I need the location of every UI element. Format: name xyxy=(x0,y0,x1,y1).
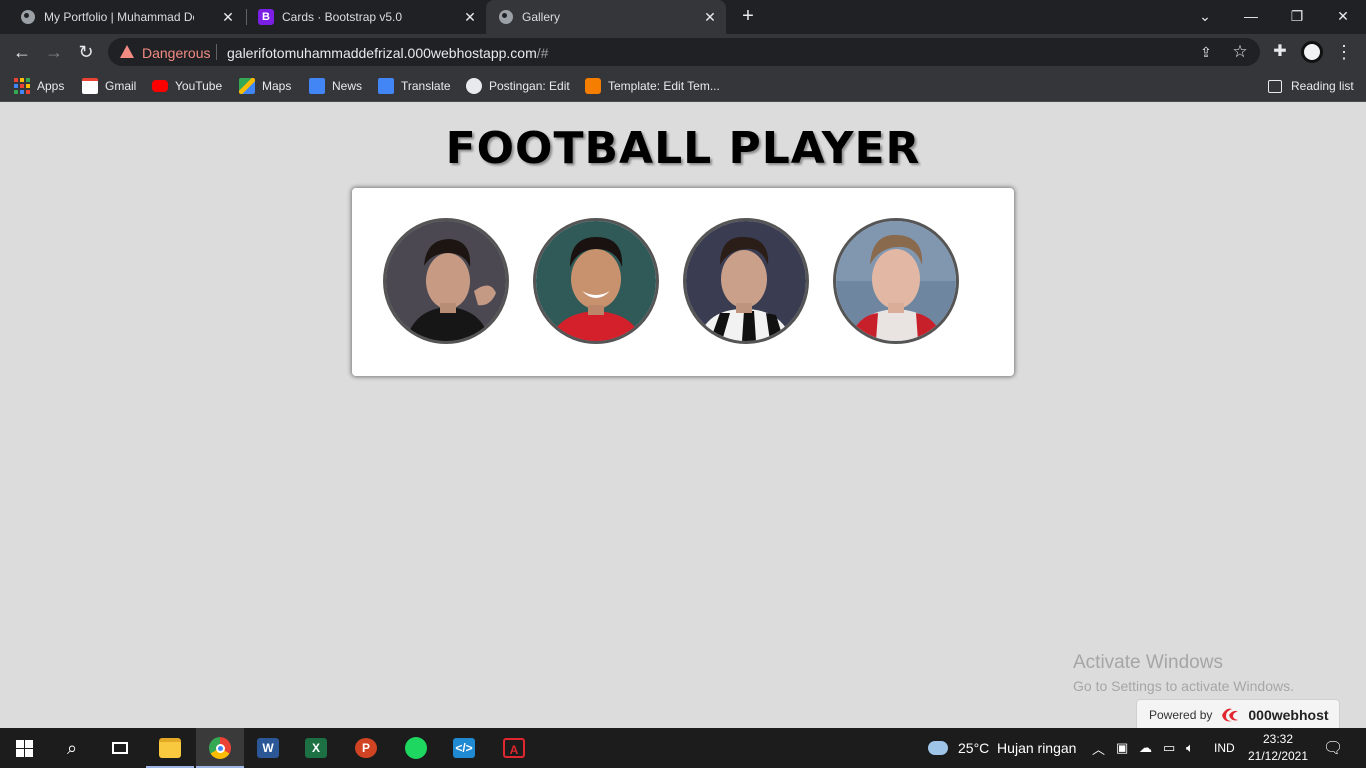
windows-logo-icon xyxy=(15,739,33,757)
cloud-rain-icon xyxy=(928,741,948,755)
forward-button[interactable]: → xyxy=(42,40,66,64)
close-tab-icon[interactable]: ✕ xyxy=(220,9,236,25)
tab-bootstrap-cards[interactable]: B Cards · Bootstrap v5.0 ✕ xyxy=(238,0,486,34)
webhost-logo-icon xyxy=(1222,708,1239,721)
page-content: FOOTBALL PLAYER Activate Windows Go to S… xyxy=(0,103,1366,730)
network-icon[interactable]: ▭ xyxy=(1163,728,1175,768)
bookmark-apps[interactable]: Apps xyxy=(14,77,64,95)
tab-title: Cards · Bootstrap v5.0 xyxy=(282,10,403,24)
maps-icon xyxy=(239,78,255,94)
search-icon[interactable]: ⌕ xyxy=(48,728,96,768)
menu-kebab-icon[interactable]: ⋮ xyxy=(1332,40,1356,64)
word-icon[interactable]: W xyxy=(244,728,292,768)
bookmark-youtube[interactable]: YouTube xyxy=(152,77,222,95)
windows-taskbar: ⌕ W X P </> A 25°C Hujan ringan ︿ ▣ ☁ ▭ … xyxy=(0,728,1366,768)
player-photo-4[interactable] xyxy=(833,218,959,344)
show-hidden-icons-chevron[interactable]: ︿ xyxy=(1092,728,1105,768)
file-explorer-icon[interactable] xyxy=(146,728,194,768)
tab-title: Gallery xyxy=(522,10,561,24)
page-heading: FOOTBALL PLAYER xyxy=(445,123,921,174)
system-clock[interactable]: 23:32 21/12/2021 xyxy=(1243,731,1313,765)
acrobat-reader-icon[interactable]: A xyxy=(490,728,538,768)
url-text[interactable]: galerifotomuhammaddefrizal.000webhostapp… xyxy=(227,45,548,61)
bookmark-maps[interactable]: Maps xyxy=(239,77,291,95)
news-icon xyxy=(309,78,325,94)
spotify-icon[interactable] xyxy=(392,728,440,768)
reload-button[interactable]: ↻ xyxy=(74,40,98,64)
browser-toolbar: ← → ↻ Dangerous galerifotomuhammaddefriz… xyxy=(0,34,1366,70)
player-photo-2[interactable] xyxy=(533,218,659,344)
omnibox-separator xyxy=(216,44,217,60)
bootstrap-icon: B xyxy=(258,9,274,25)
tab-portfolio[interactable]: My Portfolio | Muhammad Defriza ✕ xyxy=(0,0,244,34)
new-tab-button[interactable]: + xyxy=(738,6,758,26)
close-tab-icon[interactable]: ✕ xyxy=(702,9,718,25)
security-label[interactable]: Dangerous xyxy=(142,45,211,61)
tab-strip: My Portfolio | Muhammad Defriza ✕ B Card… xyxy=(0,0,1366,34)
bookmark-postingan-edit[interactable]: Postingan: Edit xyxy=(466,77,570,95)
gallery-card xyxy=(352,188,1014,376)
blogger-icon xyxy=(585,78,601,94)
activate-windows-watermark: Activate Windows Go to Settings to activ… xyxy=(1073,652,1294,694)
tab-gallery[interactable]: Gallery ✕ xyxy=(486,0,726,34)
meet-now-icon[interactable]: ▣ xyxy=(1116,728,1128,768)
weather-widget[interactable]: 25°C Hujan ringan xyxy=(928,728,1076,768)
extensions-icon[interactable]: ✚ xyxy=(1268,40,1292,64)
bookmarks-bar: Apps Gmail YouTube Maps News Translate P… xyxy=(0,70,1366,102)
onedrive-cloud-icon[interactable]: ☁ xyxy=(1139,728,1152,768)
excel-icon[interactable]: X xyxy=(292,728,340,768)
warning-icon xyxy=(120,45,134,58)
powerpoint-icon[interactable]: P xyxy=(342,728,390,768)
apps-grid-icon xyxy=(14,78,30,94)
notifications-icon[interactable]: 🗨︎ xyxy=(1323,728,1343,768)
task-view-icon[interactable] xyxy=(96,728,144,768)
tab-search-chevron-icon[interactable]: ⌄ xyxy=(1182,0,1228,34)
restore-button[interactable]: ❐ xyxy=(1274,0,1320,34)
bookmark-star-icon[interactable]: ☆ xyxy=(1230,42,1250,62)
address-bar[interactable]: Dangerous galerifotomuhammaddefrizal.000… xyxy=(108,38,1260,66)
tab-title: My Portfolio | Muhammad Defriza xyxy=(44,10,194,24)
vscode-icon[interactable]: </> xyxy=(440,728,488,768)
player-photo-3[interactable] xyxy=(683,218,809,344)
start-button[interactable] xyxy=(0,728,48,768)
translate-icon xyxy=(378,78,394,94)
share-icon[interactable]: ⇪ xyxy=(1196,42,1216,62)
profile-avatar[interactable] xyxy=(1301,41,1323,63)
powered-by-badge[interactable]: Powered by 000webhost xyxy=(1136,699,1340,730)
back-button[interactable]: ← xyxy=(10,40,34,64)
globe-icon xyxy=(466,78,482,94)
minimize-button[interactable]: — xyxy=(1228,0,1274,34)
reading-list-icon xyxy=(1268,79,1282,93)
bookmark-template-edit[interactable]: Template: Edit Tem... xyxy=(585,77,720,95)
bookmark-translate[interactable]: Translate xyxy=(378,77,451,95)
gmail-icon xyxy=(82,78,98,94)
input-language[interactable]: IND xyxy=(1214,728,1235,768)
chrome-icon[interactable] xyxy=(196,728,244,768)
bookmark-news[interactable]: News xyxy=(309,77,362,95)
globe-icon xyxy=(20,9,36,25)
globe-icon xyxy=(498,9,514,25)
reading-list-button[interactable]: Reading list xyxy=(1268,77,1354,95)
close-tab-icon[interactable]: ✕ xyxy=(462,9,478,25)
bookmark-gmail[interactable]: Gmail xyxy=(82,77,136,95)
close-window-button[interactable]: ✕ xyxy=(1320,0,1366,34)
player-photo-1[interactable] xyxy=(383,218,509,344)
youtube-icon xyxy=(152,80,168,92)
volume-icon[interactable]: 🔈︎ xyxy=(1186,728,1194,768)
